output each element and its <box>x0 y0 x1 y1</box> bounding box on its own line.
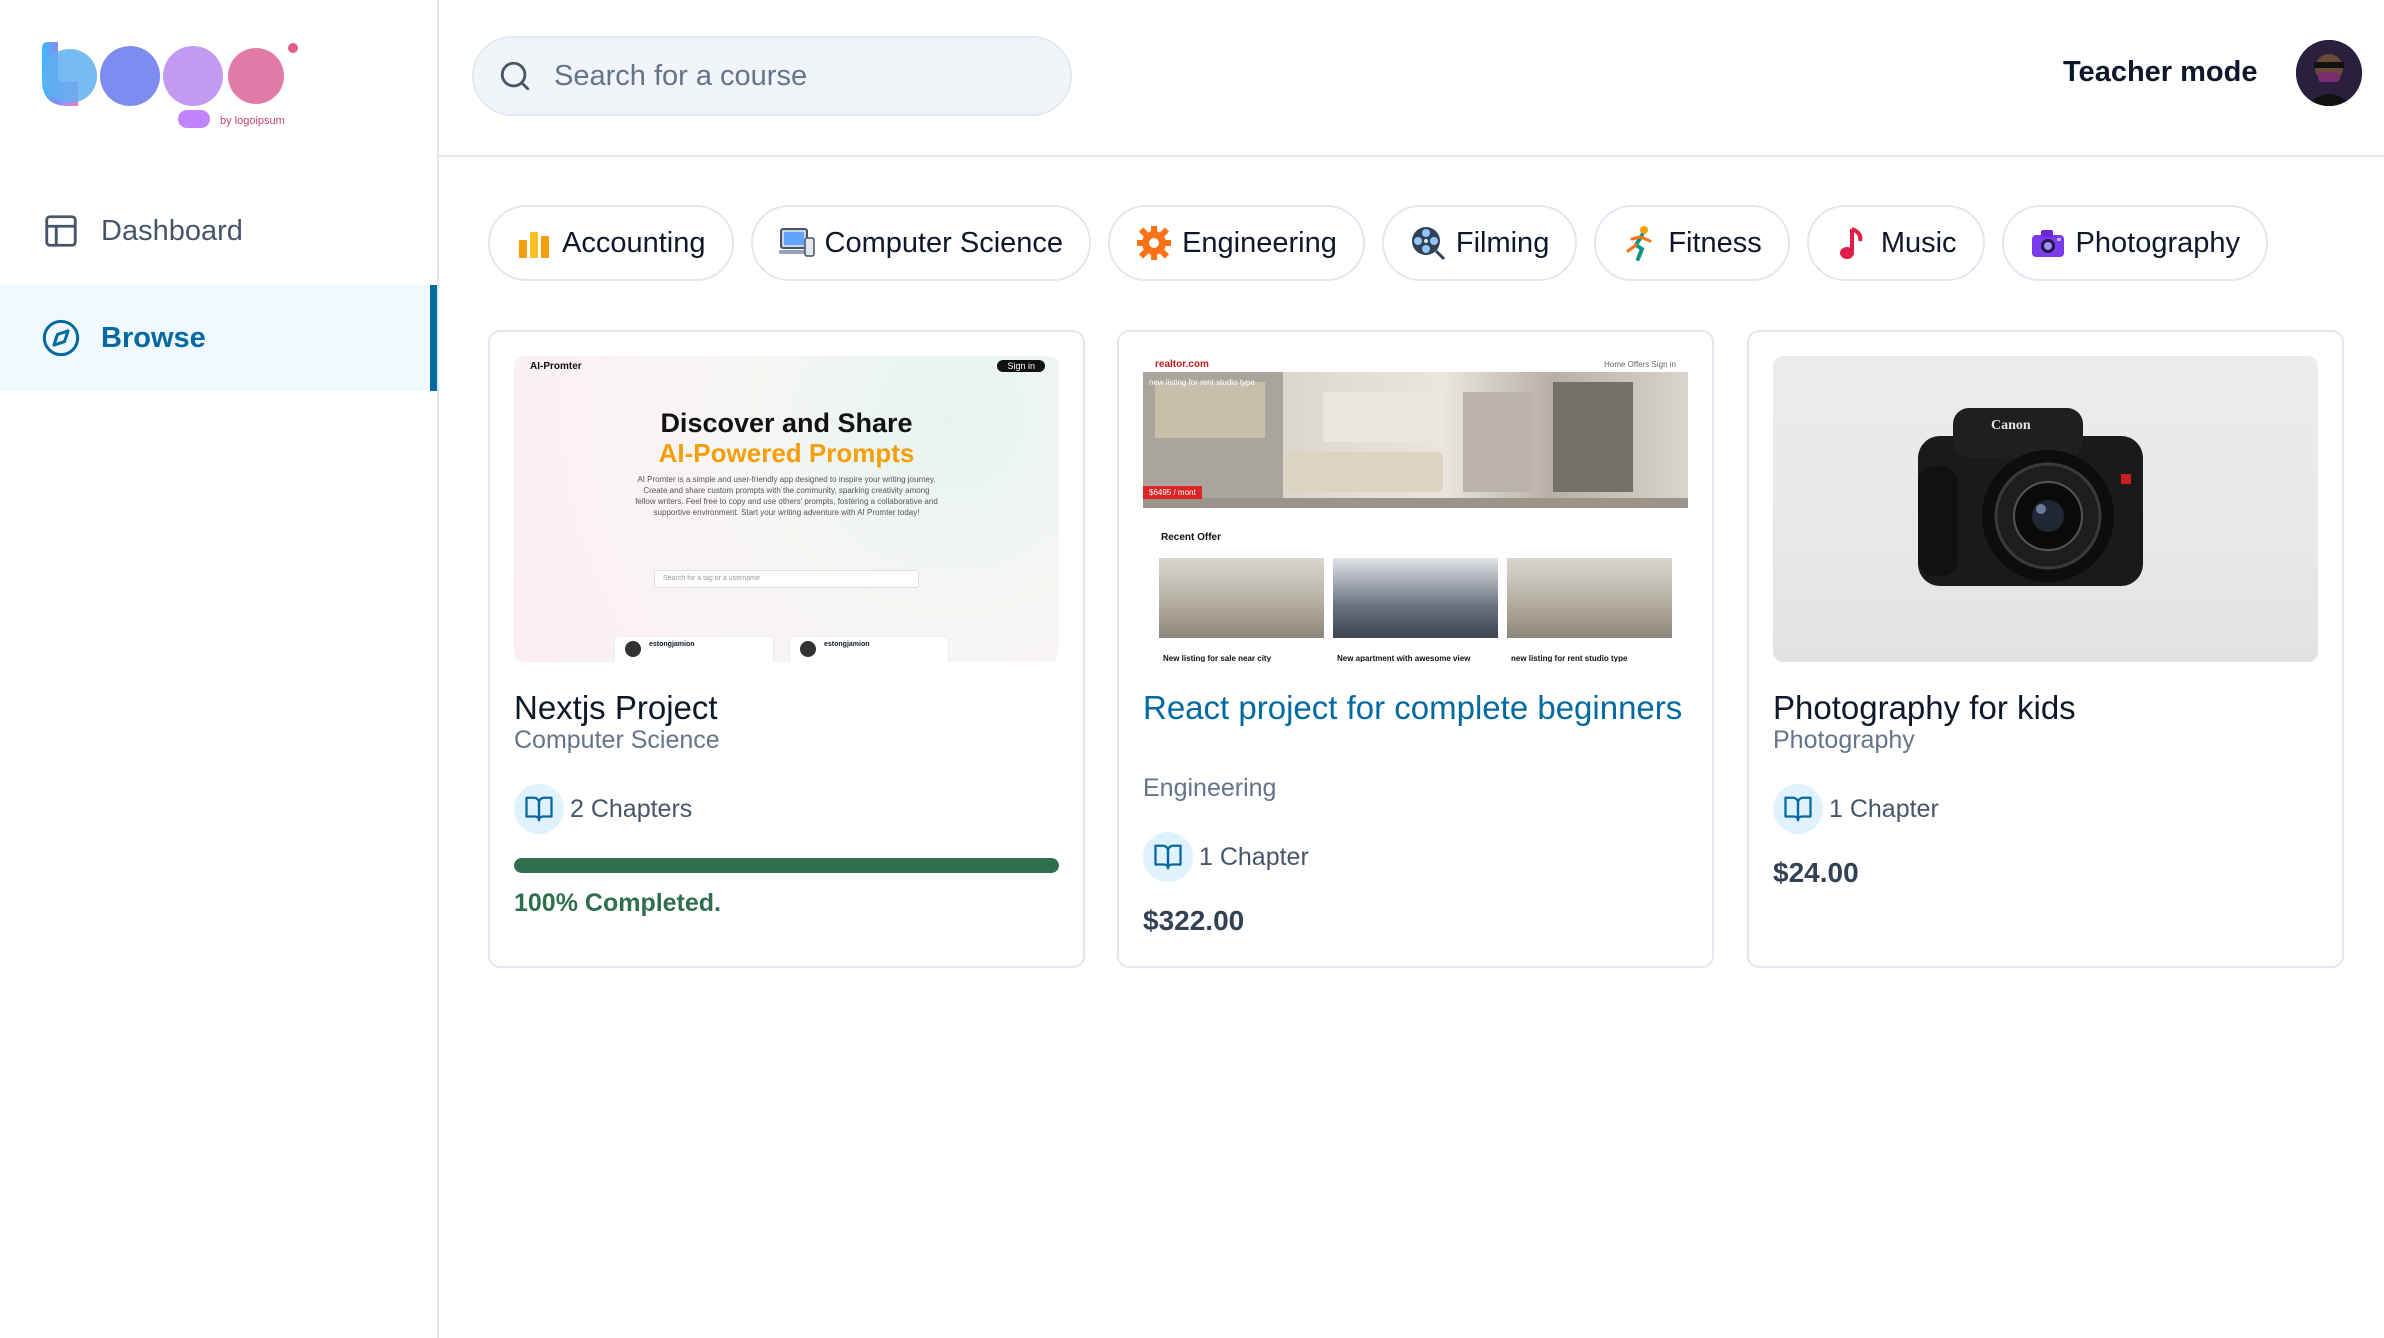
search-box[interactable] <box>472 36 1072 116</box>
thumbnail-price-tag: $6495 / mont <box>1143 486 1202 499</box>
thumbnail-listing-image <box>1159 558 1324 638</box>
course-thumbnail: AI-Promter Sign in Discover and Share AI… <box>514 356 1059 662</box>
thumbnail-heading: Discover and Share <box>660 408 913 438</box>
thumbnail-user-card: estongjamion <box>614 636 774 662</box>
avatar[interactable] <box>2296 40 2362 106</box>
progress-bar-fill <box>514 858 1059 873</box>
category-chip-label: Photography <box>2075 226 2241 259</box>
category-chip-filming[interactable]: Filming <box>1381 205 1578 281</box>
course-price: $24.00 <box>1773 857 1859 888</box>
course-category: Computer Science <box>514 726 720 754</box>
sidebar-item-dashboard[interactable]: Dashboard <box>0 178 437 284</box>
course-card[interactable]: AI-Promter Sign in Discover and Share AI… <box>488 330 1085 968</box>
chapter-count-label: 1 Chapter <box>1199 842 1309 871</box>
thumbnail-username: estongjamion <box>649 641 695 648</box>
category-chip-engineering[interactable]: Engineering <box>1108 205 1365 281</box>
course-title[interactable]: React project for complete beginners <box>1143 684 1688 732</box>
chapter-count: 2 Chapters <box>514 784 692 834</box>
course-category: Engineering <box>1143 774 1277 802</box>
category-chip-accounting[interactable]: Accounting <box>488 205 734 281</box>
top-bar: Teacher mode <box>439 0 2384 157</box>
film-reel-emoji-icon <box>1410 225 1446 261</box>
thumbnail-listing-caption: new listing for rent studio type <box>1511 654 1628 662</box>
thumbnail-listing-image <box>1333 558 1498 638</box>
book-open-icon <box>1773 784 1823 834</box>
thumbnail-recent-title: Recent Offer <box>1161 532 1222 543</box>
thumbnail-hero-label: new listing for rent studio type <box>1149 378 1255 387</box>
thumbnail-highlight: AI-Powered Prompts <box>658 438 915 468</box>
logo[interactable]: by logoipsum <box>38 38 308 134</box>
category-filter-bar: Accounting Computer Science Engineering … <box>488 205 2269 281</box>
thumbnail-brand: AI-Promter <box>530 360 582 372</box>
course-card[interactable]: realtor.com Home Offers Sign in new list… <box>1117 330 1714 968</box>
chapter-count: 1 Chapter <box>1773 784 1939 834</box>
course-title[interactable]: Photography for kids <box>1773 684 2318 732</box>
bar-chart-emoji-icon <box>516 225 552 261</box>
course-thumbnail: Canon <box>1773 356 2318 662</box>
category-chip-label: Computer Science <box>824 226 1064 259</box>
category-chip-label: Filming <box>1455 226 1550 259</box>
thumbnail-listing-caption: New listing for sale near city <box>1163 654 1272 662</box>
thumbnail-hero-image: new listing for rent studio type <box>1143 372 1688 508</box>
category-chip-label: Fitness <box>1668 226 1762 259</box>
course-category: Photography <box>1773 726 1915 754</box>
book-open-icon <box>514 784 564 834</box>
layout-icon <box>41 211 81 251</box>
computer-emoji-icon <box>778 225 815 261</box>
sidebar-item-browse[interactable]: Browse <box>0 285 437 391</box>
thumbnail-search-hint: Search for a tag or a username <box>654 570 919 588</box>
category-chip-computer-science[interactable]: Computer Science <box>750 205 1092 281</box>
category-chip-label: Accounting <box>562 226 706 259</box>
category-chip-photography[interactable]: Photography <box>2001 205 2269 281</box>
category-chip-label: Music <box>1880 226 1957 259</box>
chapter-count-label: 1 Chapter <box>1829 794 1939 823</box>
progress-label: 100% Completed. <box>514 889 722 917</box>
sidebar-item-label: Dashboard <box>101 214 243 247</box>
category-chip-fitness[interactable]: Fitness <box>1594 205 1790 281</box>
logo-brand-text: by logoipsum <box>220 115 285 127</box>
thumbnail-listing-caption: New apartment with awesome view <box>1337 654 1471 662</box>
thumbnail-signin: Sign in <box>997 360 1045 372</box>
category-chip-music[interactable]: Music <box>1806 205 1985 281</box>
thumbnail-listing-image <box>1507 558 1672 638</box>
course-thumbnail: realtor.com Home Offers Sign in new list… <box>1143 356 1688 662</box>
book-open-icon <box>1143 832 1193 882</box>
search-input[interactable] <box>554 59 1054 93</box>
progress-bar <box>514 858 1059 873</box>
category-chip-label: Engineering <box>1182 226 1337 259</box>
thumbnail-user-card: estongjamion <box>789 636 949 662</box>
thumbnail-body: AI Promter is a simple and user-friendly… <box>635 475 938 517</box>
thumbnail-camera-brand: Canon <box>1991 418 2031 433</box>
sidebar: by logoipsum Dashboard Browse <box>0 0 439 1338</box>
teacher-mode-button[interactable]: Teacher mode <box>2063 56 2257 89</box>
thumbnail-brand: realtor.com <box>1155 358 1209 370</box>
search-icon <box>498 59 532 93</box>
thumbnail-username: estongjamion <box>824 641 870 648</box>
course-title[interactable]: Nextjs Project <box>514 684 1059 732</box>
camera-emoji-icon <box>2030 225 2066 261</box>
sidebar-item-label: Browse <box>101 321 206 354</box>
compass-icon <box>41 318 81 358</box>
course-card[interactable]: Canon Photography for kids Photography 1… <box>1747 330 2344 968</box>
chapter-count-label: 2 Chapters <box>570 794 693 823</box>
runner-emoji-icon <box>1622 225 1658 261</box>
course-price: $322.00 <box>1143 905 1245 936</box>
gear-emoji-icon <box>1136 225 1172 261</box>
music-note-emoji-icon <box>1835 225 1871 261</box>
chapter-count: 1 Chapter <box>1143 832 1309 882</box>
thumbnail-nav: Home Offers Sign in <box>1604 359 1676 369</box>
